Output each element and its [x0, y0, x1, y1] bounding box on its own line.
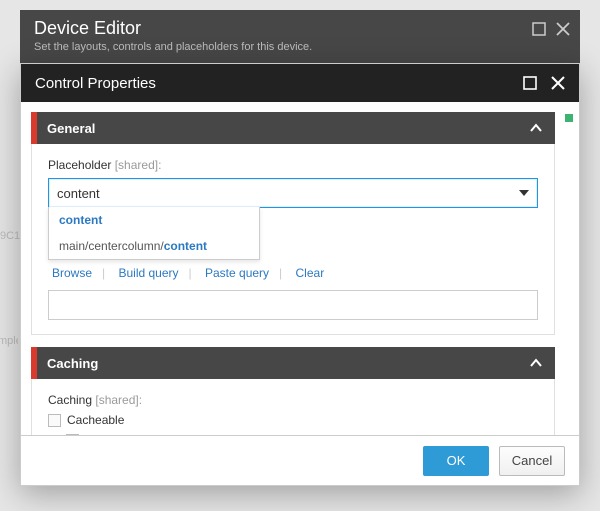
- close-icon[interactable]: [551, 76, 565, 90]
- bg-text: mple: [0, 335, 18, 347]
- chevron-up-icon: [529, 356, 543, 370]
- clear-link[interactable]: Clear: [292, 266, 329, 280]
- paste-query-link[interactable]: Paste query: [201, 266, 273, 280]
- control-properties-window: Control Properties General Placeholder […: [20, 63, 580, 486]
- link-row: Browse| Build query| Paste query| Clear: [48, 266, 538, 280]
- browse-link[interactable]: Browse: [48, 266, 96, 280]
- checkbox-icon[interactable]: [66, 434, 79, 436]
- section-header-caching[interactable]: Caching: [31, 347, 555, 379]
- section-caching-content: Caching [shared]: Cacheable Clear on Ind…: [31, 379, 555, 435]
- dropdown-item[interactable]: main/centercolumn/content: [49, 233, 259, 259]
- build-query-link[interactable]: Build query: [114, 266, 182, 280]
- placeholder-dropdown: content main/centercolumn/content: [48, 207, 260, 260]
- checkbox-icon[interactable]: [48, 414, 61, 427]
- accent-bar: [31, 112, 37, 144]
- device-editor-header: Device Editor Set the layouts, controls …: [20, 10, 580, 65]
- section-title: General: [47, 121, 95, 136]
- placeholder-label: Placeholder [shared]:: [48, 158, 538, 172]
- bg-text: 9C1: [0, 230, 20, 242]
- placeholder-value: content: [57, 186, 100, 201]
- caching-label: Caching [shared]:: [48, 393, 538, 407]
- status-indicator: [565, 114, 573, 122]
- accent-bar: [31, 347, 37, 379]
- section-title: Caching: [47, 356, 98, 371]
- device-editor-subtitle: Set the layouts, controls and placeholde…: [34, 41, 566, 53]
- chevron-up-icon: [529, 121, 543, 135]
- datasource-input[interactable]: [48, 290, 538, 320]
- cacheable-checkbox-row[interactable]: Cacheable: [48, 413, 538, 427]
- ok-button[interactable]: OK: [423, 446, 489, 476]
- dialog-footer: OK Cancel: [21, 435, 579, 485]
- dropdown-item[interactable]: content: [49, 207, 259, 233]
- cancel-button[interactable]: Cancel: [499, 446, 565, 476]
- maximize-icon[interactable]: [532, 22, 546, 36]
- maximize-icon[interactable]: [523, 76, 537, 90]
- close-icon[interactable]: [556, 22, 570, 36]
- control-properties-title: Control Properties: [35, 75, 156, 92]
- placeholder-combobox[interactable]: content: [48, 178, 538, 208]
- device-editor-title: Device Editor: [34, 18, 566, 39]
- control-properties-header: Control Properties: [21, 64, 579, 102]
- caret-down-icon: [519, 190, 529, 196]
- section-general-content: Placeholder [shared]: content content ma…: [31, 144, 555, 335]
- scroll-area[interactable]: General Placeholder [shared]: content co…: [31, 112, 555, 435]
- section-header-general[interactable]: General: [31, 112, 555, 144]
- clear-on-index-checkbox-row[interactable]: Clear on Index Update: [66, 433, 538, 435]
